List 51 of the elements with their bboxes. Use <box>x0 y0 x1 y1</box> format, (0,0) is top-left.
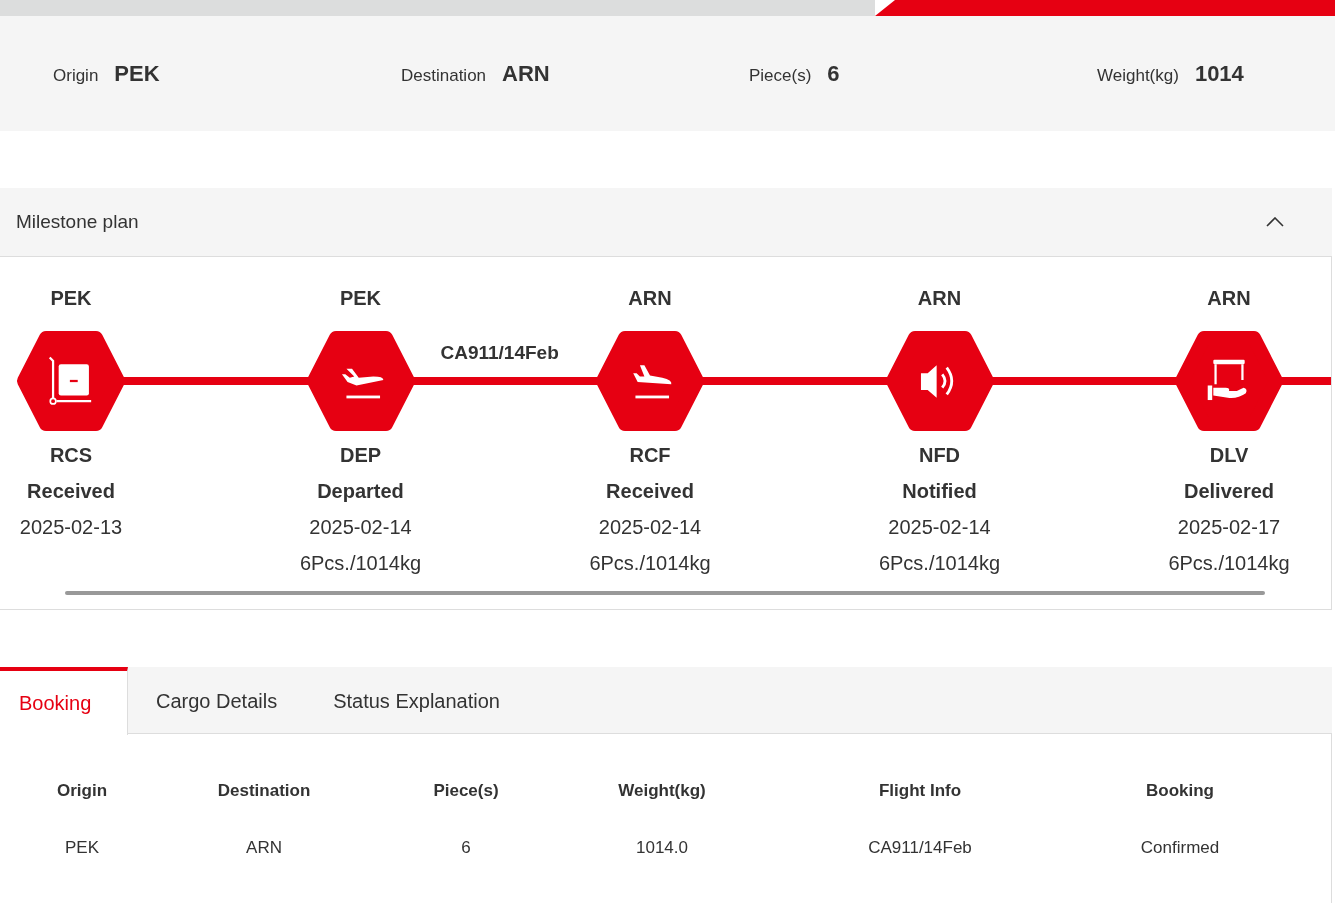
table-cell-text: ARN <box>246 837 282 859</box>
scrollbar[interactable] <box>65 591 1265 595</box>
summary-value: 6 <box>827 60 840 88</box>
milestone-status: Delivered <box>1183 479 1275 504</box>
milestone-pieces: 6Pcs./1014kg <box>1168 551 1290 576</box>
milestone-location: ARN <box>628 286 672 311</box>
milestone-pieces: 6Pcs./1014kg <box>589 551 711 576</box>
milestone-date: 2025-02-17 <box>1177 515 1281 540</box>
milestone-date: 2025-02-14 <box>598 515 702 540</box>
milestone-status: Departed <box>317 479 404 504</box>
milestone-code: DEP <box>339 443 382 468</box>
summary-label: Piece(s) <box>749 65 812 87</box>
column-header: Booking <box>1146 780 1214 802</box>
milestone-code: RCS <box>49 443 93 468</box>
summary-label: Weight(kg) <box>1097 65 1179 87</box>
tab[interactable]: Cargo Details <box>128 667 306 734</box>
table-cell-text: 1014.0 <box>636 837 688 859</box>
summary-value: 1014 <box>1194 60 1244 88</box>
flight-label: CA911/14Feb <box>440 340 559 365</box>
column-header: Origin <box>56 780 108 802</box>
tab[interactable]: Booking <box>0 667 128 735</box>
column-header: Destination <box>217 780 311 802</box>
milestone-status: Received <box>606 479 694 504</box>
milestone-location: PEK <box>50 286 92 311</box>
table-cell-text: Confirmed <box>1140 837 1220 859</box>
milestone-status: Notified <box>902 479 977 504</box>
section-title: Milestone plan <box>16 209 139 234</box>
column-header: Piece(s) <box>433 780 499 802</box>
milestone-date: 2025-02-13 <box>19 515 123 540</box>
summary-value: ARN <box>502 60 550 88</box>
summary-label: Destination <box>401 65 487 87</box>
milestone-date: 2025-02-14 <box>309 515 412 540</box>
milestone-code: RCF <box>629 443 671 468</box>
tab[interactable]: Status Explanation <box>305 667 528 734</box>
milestone-code: DLV <box>1209 443 1249 468</box>
milestone-location: PEK <box>339 286 382 311</box>
table-cell-text: CA911/14Feb <box>868 837 972 859</box>
milestone-location: ARN <box>917 286 962 311</box>
milestone-pieces: 6Pcs./1014kg <box>299 551 422 576</box>
table-cell-text: PEK <box>65 837 99 859</box>
summary-value: PEK <box>114 60 160 88</box>
milestone-code: NFD <box>918 443 961 468</box>
summary-label: Origin <box>53 65 99 87</box>
table-cell-text: 6 <box>461 837 471 859</box>
column-header: Weight(kg) <box>618 780 706 802</box>
milestone-date: 2025-02-14 <box>888 515 991 540</box>
milestone-location: ARN <box>1207 286 1251 311</box>
chevron-up-icon[interactable] <box>1266 217 1284 227</box>
column-header: Flight Info <box>878 780 962 802</box>
milestone-pieces: 6Pcs./1014kg <box>878 551 1001 576</box>
milestone-status: Received <box>27 479 115 504</box>
